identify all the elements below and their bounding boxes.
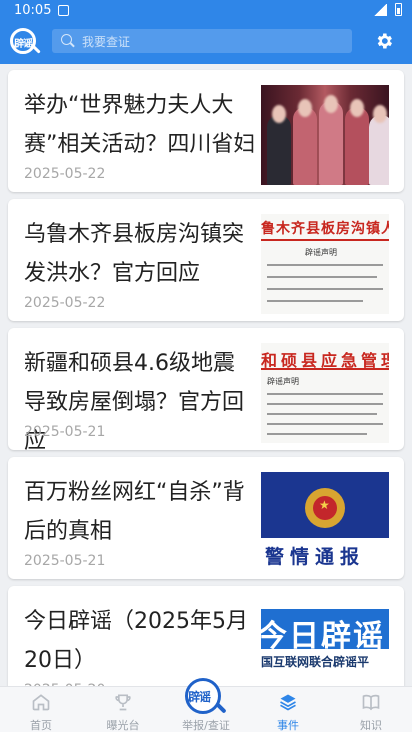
article-title: 举办“世界魅力夫人大赛”相关活动？四川省妇	[24, 93, 256, 157]
thumbnail-subheading: 辟谣声明	[305, 248, 337, 257]
settings-button[interactable]	[374, 31, 394, 51]
article-date: 2025-05-21	[24, 424, 106, 440]
nav-exposure[interactable]: 曝光台	[82, 687, 164, 732]
article-thumbnail: 鲁木齐县板房沟镇人民政 辟谣声明	[261, 214, 389, 314]
article-thumbnail: 今日辟谣 国互联网联合辟谣平	[261, 601, 389, 686]
article-date: 2025-05-21	[24, 553, 106, 569]
article-card[interactable]: 乌鲁木齐县板房沟镇突发洪水？官方回应 2025-05-22 鲁木齐县板房沟镇人民…	[8, 199, 404, 321]
article-thumbnail	[261, 85, 389, 185]
home-icon	[32, 694, 50, 711]
search-input[interactable]: 我要查证	[52, 29, 352, 53]
thumbnail-subtext: 国互联网联合辟谣平	[261, 655, 370, 669]
article-title: 今日辟谣（2025年5月20日）	[24, 609, 248, 673]
badge-text: 辟谣	[188, 690, 211, 704]
status-time: 10:05	[14, 3, 52, 18]
battery-icon	[395, 3, 402, 16]
book-icon	[362, 694, 380, 711]
nav-label: 知识	[360, 719, 382, 732]
nav-knowledge[interactable]: 知识	[330, 687, 412, 732]
article-list: 举办“世界魅力夫人大赛”相关活动？四川省妇 2025-05-22 乌鲁木齐县板房…	[0, 64, 412, 686]
notification-icon	[58, 5, 69, 16]
nav-label: 事件	[277, 719, 299, 732]
article-card[interactable]: 今日辟谣（2025年5月20日） 2025-05-20 今日辟谣 国互联网联合辟…	[8, 586, 404, 686]
status-icons	[373, 3, 402, 16]
layers-icon	[280, 694, 296, 711]
thumbnail-heading: 鲁木齐县板房沟镇人民政	[261, 221, 389, 237]
nav-home[interactable]: 首页	[0, 687, 82, 732]
search-icon	[61, 34, 72, 45]
article-date: 2025-05-22	[24, 295, 106, 311]
article-title: 乌鲁木齐县板房沟镇突发洪水？官方回应	[24, 222, 245, 286]
nav-events[interactable]: 事件	[247, 687, 329, 732]
logo-text: 辟谣	[14, 39, 33, 50]
thumbnail-text: 今日辟谣	[261, 619, 385, 654]
signal-icon	[373, 3, 387, 16]
article-title: 新疆和硕县4.6级地震导致房屋倒塌？官方回应	[24, 351, 245, 454]
thumbnail-text: 警情通报	[265, 546, 366, 568]
nav-label: 曝光台	[106, 719, 140, 732]
search-placeholder: 我要查证	[82, 35, 131, 49]
gear-icon	[377, 33, 392, 49]
badge-handle	[215, 702, 227, 714]
app-logo[interactable]: 辟谣	[10, 28, 41, 56]
report-verify-icon[interactable]: 辟谣	[183, 674, 229, 714]
nav-label: 举报/查证	[182, 719, 230, 732]
article-card[interactable]: 百万粉丝网红“自杀”背后的真相 2025-05-21 ★ 警情通报	[8, 457, 404, 579]
thumbnail-subheading: 辟谣声明	[267, 377, 299, 386]
trophy-icon	[115, 694, 131, 711]
article-card[interactable]: 举办“世界魅力夫人大赛”相关活动？四川省妇 2025-05-22	[8, 70, 404, 192]
article-title: 百万粉丝网红“自杀”背后的真相	[24, 480, 245, 544]
app-header: 10:05 辟谣 我要查证	[0, 0, 412, 64]
article-thumbnail: ★ 警情通报	[261, 472, 389, 572]
star-icon: ★	[319, 498, 330, 512]
article-thumbnail: 和硕县应急管理 辟谣声明	[261, 343, 389, 443]
article-date: 2025-05-22	[24, 166, 106, 182]
nav-label: 首页	[30, 719, 52, 732]
article-card[interactable]: 新疆和硕县4.6级地震导致房屋倒塌？官方回应 2025-05-21 和硕县应急管…	[8, 328, 404, 454]
logo-handle	[32, 45, 41, 54]
status-bar: 10:05	[0, 0, 412, 20]
